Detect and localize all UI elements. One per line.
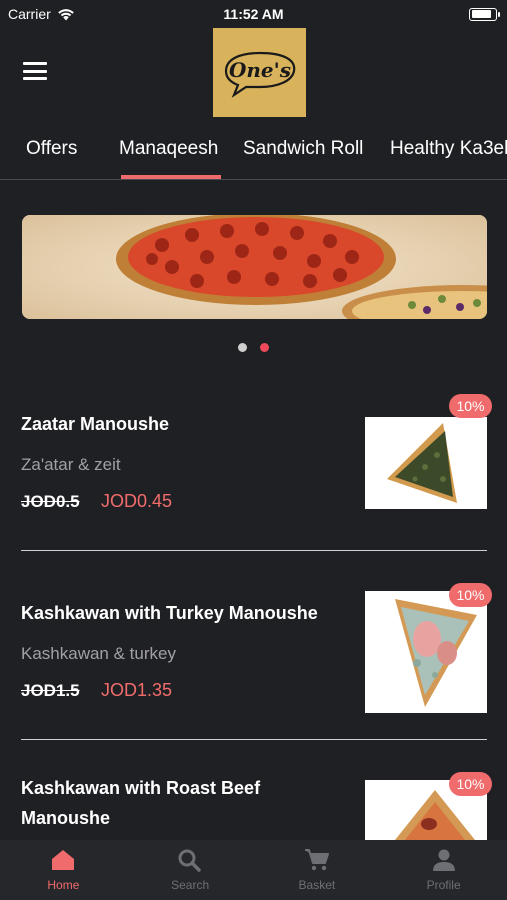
tabbar-basket[interactable]: Basket — [254, 840, 381, 900]
divider — [21, 550, 487, 551]
carousel-pagination — [0, 343, 507, 352]
tabbar-search[interactable]: Search — [127, 840, 254, 900]
bottom-tab-bar: Home Search Basket Profile — [0, 840, 507, 900]
divider — [21, 739, 487, 740]
product-new-price: JOD1.35 — [101, 680, 173, 700]
carousel-dot[interactable] — [238, 343, 247, 352]
hamburger-icon[interactable] — [23, 62, 47, 80]
promo-banner[interactable] — [22, 215, 487, 319]
product-description: Za'atar & zeit — [21, 455, 121, 474]
tabbar-label: Home — [47, 878, 80, 892]
tabbar-profile[interactable]: Profile — [380, 840, 507, 900]
status-bar: Carrier 11:52 AM — [0, 0, 507, 28]
battery-icon — [469, 7, 500, 21]
tabbar-label: Basket — [298, 878, 336, 892]
product-old-price: JOD0.5 — [21, 492, 80, 511]
active-tab-indicator — [121, 175, 221, 179]
carousel-dot-active[interactable] — [260, 343, 269, 352]
product-image — [365, 591, 487, 713]
home-icon — [52, 850, 75, 870]
app-header: One's — [0, 28, 507, 120]
profile-icon — [432, 849, 455, 871]
wifi-icon — [57, 8, 74, 20]
product-old-price: JOD1.5 — [21, 681, 80, 700]
product-image — [365, 417, 487, 509]
status-time: 11:52 AM — [223, 6, 284, 22]
svg-text:One's: One's — [228, 58, 290, 82]
product-name: Zaatar Manoushe — [21, 414, 170, 434]
tab-manaqeesh[interactable]: Manaqeesh — [119, 138, 218, 160]
carrier-label: Carrier — [8, 6, 51, 22]
brand-logo: One's — [213, 28, 306, 117]
tabbar-home[interactable]: Home — [0, 840, 127, 900]
product-description: Kashkawan & turkey — [21, 644, 176, 663]
product-name: Kashkawan with Turkey Manoushe — [21, 603, 318, 623]
discount-badge: 10% — [449, 583, 492, 607]
product-name: Kashkawan with Roast Beef Manoushe — [21, 778, 261, 828]
product-new-price: JOD0.45 — [101, 491, 173, 511]
tab-healthy-ka3ek[interactable]: Healthy Ka3ek — [390, 138, 507, 160]
tab-sandwich-roll[interactable]: Sandwich Roll — [243, 138, 363, 160]
tabbar-label: Search — [171, 878, 210, 892]
tabbar-label: Profile — [426, 878, 461, 892]
discount-badge: 10% — [449, 772, 492, 796]
search-icon — [178, 849, 201, 872]
discount-badge: 10% — [449, 394, 492, 418]
cart-icon — [304, 849, 329, 871]
tab-offers[interactable]: Offers — [26, 138, 77, 160]
category-tabs: Offers Manaqeesh Sandwich Roll Healthy K… — [0, 126, 507, 180]
